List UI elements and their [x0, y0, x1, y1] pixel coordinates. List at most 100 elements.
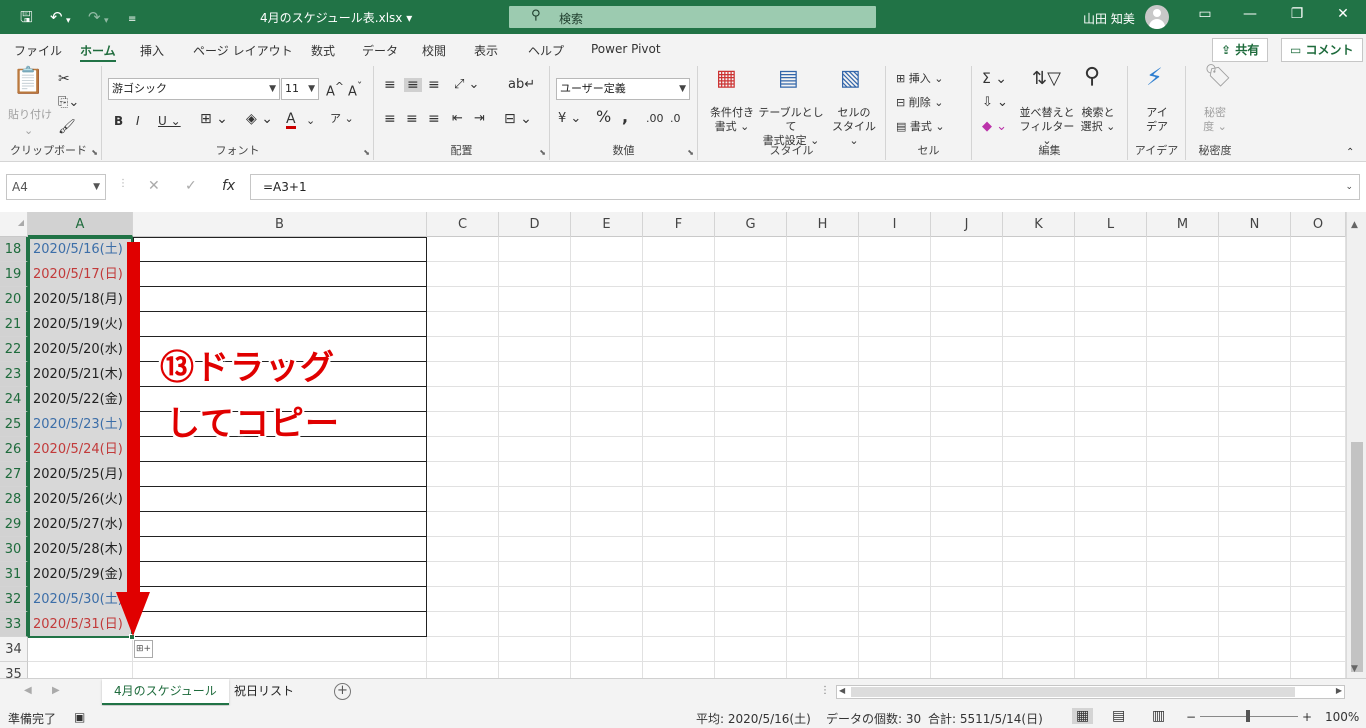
sensitivity-icon[interactable]: 🏷 — [1204, 66, 1232, 88]
fill-icon[interactable]: ⇩ ⌄ — [982, 96, 1008, 110]
column-header-j[interactable]: J — [931, 212, 1003, 237]
minimize-icon[interactable]: — — [1235, 6, 1265, 22]
autosum-icon[interactable]: Σ ⌄ — [982, 72, 1007, 86]
font-name-combo[interactable]: 游ゴシック ▼ — [108, 78, 280, 100]
horizontal-scrollbar[interactable]: ◀ ▶ — [836, 685, 1345, 699]
alignment-launcher-icon[interactable]: ⬊ — [539, 148, 546, 157]
next-sheet-icon[interactable]: ▶ — [52, 685, 60, 696]
row-header-20[interactable]: 20 — [0, 287, 28, 312]
normal-view-icon[interactable]: ▦ — [1072, 708, 1094, 724]
share-button[interactable]: ⇪ 共有 — [1212, 38, 1269, 62]
horizontal-scroll-thumb[interactable] — [851, 687, 1295, 697]
clear-icon[interactable]: ◆ ⌄ — [982, 120, 1007, 134]
find-select-icon[interactable]: ⚲ — [1084, 66, 1100, 88]
align-center-icon[interactable]: ≡ — [406, 112, 418, 126]
redo-icon[interactable]: ↷ — [88, 8, 101, 26]
decrease-indent-icon[interactable]: ⇤ — [452, 112, 463, 126]
sort-filter-icon[interactable]: ⇅▽ — [1032, 70, 1061, 88]
conditional-format-icon[interactable]: ▦ — [716, 68, 737, 90]
page-layout-view-icon[interactable]: ▤ — [1112, 708, 1125, 724]
cell-b28[interactable] — [133, 487, 427, 512]
font-size-combo[interactable]: 11 ▼ — [281, 78, 319, 100]
comment-button[interactable]: ▭ コメント — [1281, 38, 1363, 62]
fill-color-icon[interactable]: ◈ ⌄ — [246, 112, 273, 126]
column-header-o[interactable]: O — [1291, 212, 1346, 237]
autofill-options-button[interactable]: ⊞+ — [134, 640, 153, 658]
cell-b32[interactable] — [133, 587, 427, 612]
page-break-view-icon[interactable]: ▥ — [1152, 708, 1165, 724]
cell-b30[interactable] — [133, 537, 427, 562]
user-name[interactable]: 山田 知美 — [1083, 10, 1135, 27]
close-icon[interactable]: ✕ — [1328, 6, 1358, 22]
copy-icon[interactable]: ⎘⌄ — [58, 96, 79, 110]
collapse-ribbon-icon[interactable]: ⌃ — [1346, 146, 1354, 160]
cancel-icon[interactable]: ✕ — [148, 178, 160, 194]
row-header-35[interactable]: 35 — [0, 662, 28, 678]
row-header-34[interactable]: 34 — [0, 637, 28, 662]
format-cells-button[interactable]: ▤ 書式 ⌄ — [896, 120, 945, 134]
zoom-out-icon[interactable]: − — [1186, 710, 1196, 724]
name-box[interactable]: A4 ▼ — [6, 174, 106, 200]
vertical-scroll-thumb[interactable] — [1351, 442, 1363, 672]
search-box[interactable]: ⚲ 検索 — [509, 6, 876, 28]
grow-font-icon[interactable]: A^ — [326, 80, 344, 99]
tab-page-layout[interactable]: ページ レイアウト — [193, 42, 293, 59]
worksheet-grid[interactable]: ◢ A B C D E F G H I J K L M N O 18 19 20 21 22 23 24 25 26 27 28 2… — [0, 212, 1366, 678]
row-header-31[interactable]: 31 — [0, 562, 28, 587]
row-header-32[interactable]: 32 — [0, 587, 28, 612]
vertical-scrollbar[interactable]: ▲ ▼ — [1346, 212, 1366, 678]
cell-b19[interactable] — [133, 262, 427, 287]
row-header-23[interactable]: 23 — [0, 362, 28, 387]
add-sheet-button[interactable]: + — [334, 683, 351, 700]
percent-icon[interactable]: % — [596, 109, 611, 125]
row-header-30[interactable]: 30 — [0, 537, 28, 562]
increase-indent-icon[interactable]: ⇥ — [474, 112, 485, 126]
cell-b21[interactable] — [133, 312, 427, 337]
zoom-in-icon[interactable]: + — [1302, 710, 1312, 724]
column-header-f[interactable]: F — [643, 212, 715, 237]
align-right-icon[interactable]: ≡ — [428, 112, 440, 126]
find-select-button[interactable]: 検索と 選択 ⌄ — [1076, 106, 1120, 134]
shrink-font-icon[interactable]: Aˇ — [348, 80, 362, 99]
bold-button[interactable]: B — [114, 114, 123, 128]
column-header-l[interactable]: L — [1075, 212, 1147, 237]
tab-review[interactable]: 校閲 — [422, 42, 446, 59]
expand-formula-icon[interactable]: ⌄ — [1345, 175, 1353, 199]
tab-formulas[interactable]: 数式 — [311, 42, 335, 59]
font-color-icon[interactable]: A — [286, 112, 296, 129]
format-as-table-icon[interactable]: ▤ — [778, 68, 799, 90]
format-painter-icon[interactable]: 🖌 — [58, 120, 76, 134]
column-header-a[interactable]: A — [28, 212, 133, 237]
cell-b33[interactable] — [133, 612, 427, 637]
row-header-28[interactable]: 28 — [0, 487, 28, 512]
ideas-icon[interactable]: ⚡ — [1146, 65, 1163, 89]
wrap-text-icon[interactable]: ab↵ — [508, 78, 535, 92]
currency-icon[interactable]: ¥ ⌄ — [558, 112, 581, 126]
conditional-format-button[interactable]: 条件付き 書式 ⌄ — [704, 106, 760, 134]
prev-sheet-icon[interactable]: ◀ — [24, 685, 32, 696]
scroll-down-icon[interactable]: ▼ — [1351, 664, 1358, 674]
border-icon[interactable]: ⊞ ⌄ — [200, 112, 228, 126]
tab-view[interactable]: 表示 — [474, 42, 498, 59]
column-header-b[interactable]: B — [133, 212, 427, 237]
row-header-22[interactable]: 22 — [0, 337, 28, 362]
undo-icon[interactable]: ↶ — [50, 8, 63, 26]
column-header-k[interactable]: K — [1003, 212, 1075, 237]
column-header-i[interactable]: I — [859, 212, 931, 237]
sheet-tab-holidays[interactable]: 祝日リスト — [222, 679, 306, 705]
enter-icon[interactable]: ✓ — [185, 178, 197, 194]
orientation-icon[interactable]: ⤢ ⌄ — [454, 78, 479, 92]
paste-icon[interactable]: 📋 — [12, 68, 44, 94]
zoom-level[interactable]: 100% — [1325, 710, 1359, 724]
insert-cells-button[interactable]: ⊞ 挿入 ⌄ — [896, 72, 943, 86]
save-icon[interactable]: 🖫 — [20, 8, 33, 26]
row-header-25[interactable]: 25 — [0, 412, 28, 437]
align-left-icon[interactable]: ≡ — [384, 112, 396, 126]
sheet-tab-schedule[interactable]: 4月のスケジュール — [102, 679, 229, 705]
delete-cells-button[interactable]: ⊟ 削除 ⌄ — [896, 96, 943, 110]
paste-button[interactable]: 貼り付け — [8, 108, 52, 122]
scroll-up-icon[interactable]: ▲ — [1351, 220, 1358, 230]
clipboard-launcher-icon[interactable]: ⬊ — [91, 148, 98, 157]
row-header-27[interactable]: 27 — [0, 462, 28, 487]
underline-button[interactable]: U ⌄ — [158, 114, 181, 128]
